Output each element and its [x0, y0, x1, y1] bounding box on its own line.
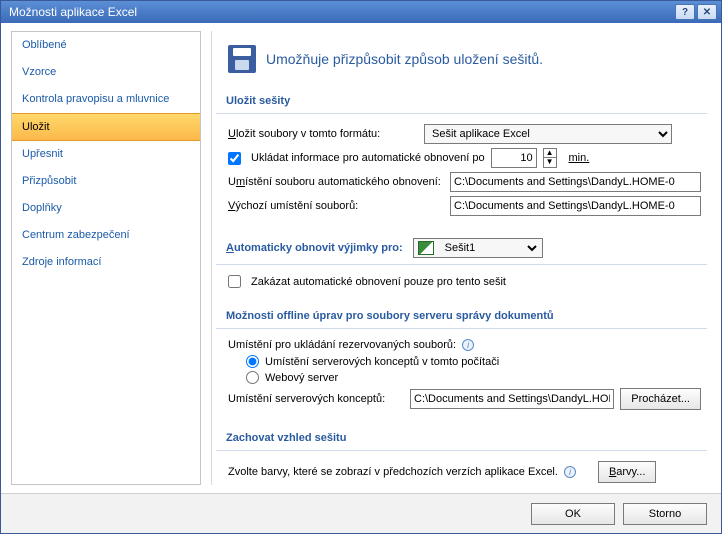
default-location-label: Výchozí umístění souborů: — [228, 200, 444, 212]
radio-local-drafts-label: Umístění serverových konceptů v tomto po… — [265, 356, 499, 368]
hero-banner: Umožňuje přizpůsobit způsob uložení seši… — [212, 31, 711, 83]
server-drafts-input[interactable] — [410, 389, 614, 409]
radio-local-drafts[interactable] — [246, 355, 259, 368]
reserved-location-label: Umístění pro ukládání rezervovaných soub… — [228, 339, 456, 351]
autorecover-checkbox[interactable] — [228, 152, 241, 165]
sidebar-item-formulas[interactable]: Vzorce — [12, 59, 200, 86]
section-exceptions-heading: Automaticky obnovit výjimky pro: Sešit1 — [216, 232, 707, 265]
workbook-select[interactable]: Sešit1 — [438, 238, 540, 258]
category-sidebar: Oblíbené Vzorce Kontrola pravopisu a mlu… — [11, 31, 201, 485]
workbook-icon — [418, 241, 434, 255]
info-icon: i — [564, 466, 576, 478]
section-save-heading: Uložit sešity — [216, 89, 707, 114]
help-button[interactable]: ? — [675, 4, 695, 20]
colors-button[interactable]: Barvy... — [598, 461, 656, 483]
sidebar-item-trust[interactable]: Centrum zabezpečení — [12, 222, 200, 249]
ok-button[interactable]: OK — [531, 503, 615, 525]
save-icon — [228, 45, 256, 73]
server-drafts-label: Umístění serverových konceptů: — [228, 393, 404, 405]
sidebar-item-advanced[interactable]: Upřesnit — [12, 141, 200, 168]
format-label: Uložit soubory v tomto formátu: — [228, 128, 418, 140]
section-appearance-heading: Zachovat vzhled sešitu — [216, 426, 707, 451]
spinner-down[interactable]: ▼ — [544, 158, 556, 166]
sidebar-item-favorites[interactable]: Oblíbené — [12, 32, 200, 59]
disable-autorecover-label: Zakázat automatické obnovení pouze pro t… — [251, 276, 506, 288]
browse-button[interactable]: Procházet... — [620, 388, 701, 410]
sidebar-item-proofing[interactable]: Kontrola pravopisu a mluvnice — [12, 86, 200, 113]
content-panel: Umožňuje přizpůsobit způsob uložení seši… — [211, 31, 711, 485]
sidebar-item-save[interactable]: Uložit — [12, 113, 200, 141]
autorecover-location-label: Umístění souboru automatického obnovení: — [228, 176, 444, 188]
minutes-label: min. — [569, 152, 590, 164]
autorecover-label: Ukládat informace pro automatické obnove… — [251, 152, 485, 164]
dialog-footer: OK Storno — [1, 493, 721, 533]
sidebar-item-customize[interactable]: Přizpůsobit — [12, 168, 200, 195]
sidebar-item-resources[interactable]: Zdroje informací — [12, 249, 200, 276]
close-button[interactable]: ✕ — [697, 4, 717, 20]
autorecover-minutes-spinner[interactable] — [491, 148, 537, 168]
radio-web-server[interactable] — [246, 371, 259, 384]
appearance-desc: Zvolte barvy, které se zobrazí v předcho… — [228, 466, 558, 478]
options-dialog: Možnosti aplikace Excel ? ✕ Oblíbené Vzo… — [0, 0, 722, 534]
file-format-select[interactable]: Sešit aplikace Excel — [424, 124, 672, 144]
autorecover-location-input[interactable] — [450, 172, 701, 192]
hero-text: Umožňuje přizpůsobit způsob uložení seši… — [266, 51, 543, 67]
titlebar: Možnosti aplikace Excel ? ✕ — [1, 1, 721, 23]
section-offline-heading: Možnosti offline úprav pro soubory serve… — [216, 304, 707, 329]
radio-web-server-label: Webový server — [265, 372, 338, 384]
disable-autorecover-checkbox[interactable] — [228, 275, 241, 288]
cancel-button[interactable]: Storno — [623, 503, 707, 525]
info-icon: i — [462, 339, 474, 351]
sidebar-item-addins[interactable]: Doplňky — [12, 195, 200, 222]
window-title: Možnosti aplikace Excel — [9, 5, 673, 19]
default-location-input[interactable] — [450, 196, 701, 216]
